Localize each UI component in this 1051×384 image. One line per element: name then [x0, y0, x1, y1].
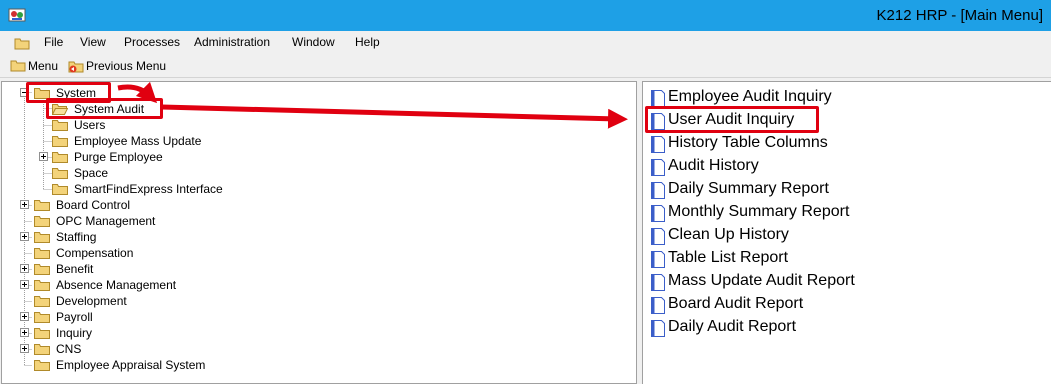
tree-node-payroll[interactable]: Payroll: [34, 309, 134, 325]
page-icon: [651, 274, 665, 291]
menu-window[interactable]: Window: [292, 35, 335, 49]
list-item-label: Board Audit Report: [668, 295, 804, 312]
expand-toggle[interactable]: [20, 312, 29, 321]
folder-icon: [34, 200, 50, 211]
tree-node-absence-management[interactable]: Absence Management: [34, 277, 204, 293]
tree-label: Employee Appraisal System: [56, 358, 206, 372]
list-item-label: Employee Audit Inquiry: [668, 88, 832, 105]
previous-menu-label: Previous Menu: [86, 59, 167, 73]
menu-view[interactable]: View: [80, 35, 106, 49]
tree-label: Staffing: [56, 230, 97, 244]
tree-node-opc-management[interactable]: OPC Management: [34, 213, 184, 229]
tree-node-employee-mass-update[interactable]: Employee Mass Update: [52, 133, 222, 149]
tree-label: Purge Employee: [74, 150, 163, 164]
menu-button[interactable]: Menu: [10, 58, 64, 75]
folder-icon: [52, 152, 68, 163]
folder-icon: [34, 216, 50, 227]
folder-icon: [34, 248, 50, 259]
list-item-label: Audit History: [668, 157, 759, 174]
tree-label: CNS: [56, 342, 82, 356]
folder-icon: [34, 296, 50, 307]
expand-toggle[interactable]: [20, 232, 29, 241]
page-icon: [651, 182, 665, 199]
page-icon: [651, 297, 665, 314]
expand-toggle[interactable]: [20, 280, 29, 289]
folder-icon: [52, 168, 68, 179]
list-item-label: Clean Up History: [668, 226, 789, 243]
page-icon: [651, 205, 665, 222]
back-folder-icon: [68, 61, 84, 73]
tree-label: Space: [74, 166, 109, 180]
page-icon: [651, 136, 665, 153]
tree-node-employee-appraisal-system[interactable]: Employee Appraisal System: [34, 357, 234, 373]
tree-label: Payroll: [56, 310, 93, 324]
title-bar[interactable]: K212 HRP - [Main Menu]: [0, 0, 1051, 31]
list-item-label: Daily Audit Report: [668, 318, 797, 335]
folder-icon: [34, 280, 50, 291]
toolbar: Menu Previous Menu: [0, 54, 1051, 78]
tree-label: OPC Management: [56, 214, 156, 228]
folder-icon: [34, 264, 50, 275]
menu-administration[interactable]: Administration: [194, 35, 270, 49]
tree-node-development[interactable]: Development: [34, 293, 164, 309]
page-icon: [651, 228, 665, 245]
window-title: K212 HRP - [Main Menu]: [876, 7, 1043, 24]
menu-processes[interactable]: Processes: [124, 35, 180, 49]
folder-icon: [34, 328, 50, 339]
folder-icon: [52, 184, 68, 195]
tree-label: Development: [56, 294, 127, 308]
folder-icon: [10, 60, 26, 72]
expand-toggle[interactable]: [20, 264, 29, 273]
menu-item-list: Employee Audit Inquiry User Audit Inquir…: [642, 81, 1051, 384]
page-icon: [651, 159, 665, 176]
page-icon: [651, 90, 665, 107]
tree-node-cns[interactable]: CNS: [34, 341, 134, 357]
list-item-label: Monthly Summary Report: [668, 203, 850, 220]
folder-icon: [34, 344, 50, 355]
tree-node-compensation[interactable]: Compensation: [34, 245, 164, 261]
folder-icon: [52, 136, 68, 147]
application-window: K212 HRP - [Main Menu] File View Process…: [0, 0, 1051, 384]
tree-node-staffing[interactable]: Staffing: [34, 229, 134, 245]
menu-tree[interactable]: System System Audit Users Employee Mass …: [1, 81, 637, 384]
tree-label: Board Control: [56, 198, 131, 212]
tree-node-space[interactable]: Space: [52, 165, 142, 181]
previous-menu-button[interactable]: Previous Menu: [68, 58, 178, 75]
list-item-label: Mass Update Audit Report: [668, 272, 855, 289]
menu-help[interactable]: Help: [355, 35, 380, 49]
folder-icon: [52, 120, 68, 131]
expand-toggle[interactable]: [20, 200, 29, 209]
document-icon: [14, 38, 30, 50]
page-icon: [651, 320, 665, 337]
tree-node-purge-employee[interactable]: Purge Employee: [52, 149, 192, 165]
annotation-box: [645, 106, 819, 133]
tree-label: Users: [74, 118, 106, 132]
list-item-label: Table List Report: [668, 249, 789, 266]
tree-label: Absence Management: [56, 278, 177, 292]
tree-node-board-control[interactable]: Board Control: [34, 197, 164, 213]
list-item-label: History Table Columns: [668, 134, 828, 151]
tree-label: SmartFindExpress Interface: [74, 182, 223, 196]
tree-label: Compensation: [56, 246, 134, 260]
annotation-box: [46, 98, 163, 119]
menu-file[interactable]: File: [44, 35, 63, 49]
menu-bar: File View Processes Administration Windo…: [0, 31, 1051, 54]
expand-toggle[interactable]: [20, 344, 29, 353]
expand-toggle[interactable]: [20, 328, 29, 337]
folder-icon: [34, 360, 50, 371]
tree-label: Employee Mass Update: [74, 134, 202, 148]
tree-node-benefit[interactable]: Benefit: [34, 261, 134, 277]
list-item-label: Daily Summary Report: [668, 180, 829, 197]
folder-icon: [34, 312, 50, 323]
folder-icon: [34, 232, 50, 243]
menu-button-label: Menu: [28, 59, 59, 73]
page-icon: [651, 251, 665, 268]
tree-label: Benefit: [56, 262, 94, 276]
tree-node-inquiry[interactable]: Inquiry: [34, 325, 134, 341]
tree-node-users[interactable]: Users: [52, 117, 142, 133]
app-icon: [8, 8, 26, 22]
tree-label: Inquiry: [56, 326, 93, 340]
tree-node-smartfindexpress-interface[interactable]: SmartFindExpress Interface: [52, 181, 252, 197]
expand-toggle[interactable]: [39, 152, 48, 161]
